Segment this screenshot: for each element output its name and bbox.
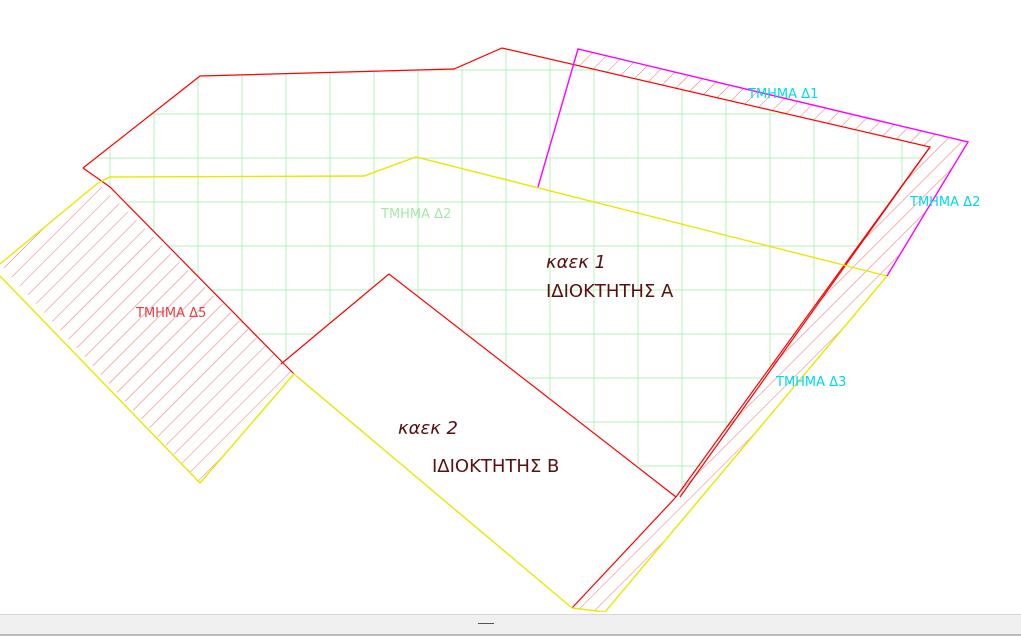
parcel-d2-edge[interactable] [675, 146, 931, 498]
label-tmima-d2-center: ΤΜΗΜΑ Δ2 [380, 207, 451, 222]
drawing-canvas[interactable]: ΤΜΗΜΑ Δ1 ΤΜΗΜΑ Δ2 ΤΜΗΜΑ Δ2 ΤΜΗΜΑ Δ3 ΤΜΗΜ… [0, 0, 1021, 635]
status-bar [0, 614, 1021, 636]
label-kaek-1: καεκ 1 [546, 252, 606, 273]
yellow-boundary-upper[interactable] [97, 156, 888, 277]
label-tmima-d3: ΤΜΗΜΑ Δ3 [775, 375, 846, 390]
label-tmima-d1: ΤΜΗΜΑ Δ1 [747, 87, 818, 102]
label-tmima-d5: ΤΜΗΜΑ Δ5 [135, 306, 206, 321]
label-tmima-d2-right: ΤΜΗΜΑ Δ2 [909, 195, 980, 210]
resize-grip[interactable] [478, 623, 494, 624]
label-kaek-2: καεκ 2 [398, 418, 458, 439]
parcel-d3-edge[interactable] [571, 496, 677, 609]
label-owner-b: ΙΔΙΟΚΤΗΤΗΣ Β [432, 456, 559, 477]
label-owner-a: ΙΔΙΟΚΤΗΤΗΣ Α [546, 281, 674, 302]
